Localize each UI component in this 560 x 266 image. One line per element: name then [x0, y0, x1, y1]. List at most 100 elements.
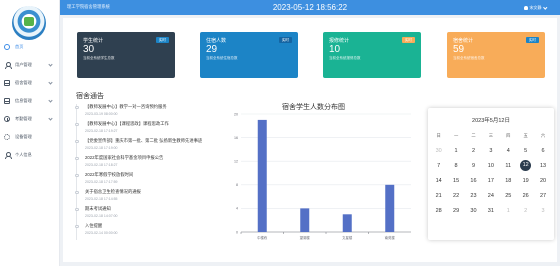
sidebar-menu: 首页用户管理 宿舍管理信息管理考勤管理 设备管理 个人信息: [0, 38, 60, 164]
calendar-day-number: 4: [506, 147, 510, 154]
sidebar-item[interactable]: 宿舍管理: [0, 74, 60, 92]
calendar-day[interactable]: 3: [482, 148, 499, 154]
calendar-day[interactable]: 8: [447, 163, 464, 169]
calendar-day[interactable]: 30: [465, 208, 482, 214]
calendar-day[interactable]: 31: [482, 208, 499, 214]
chevron-down-icon: [48, 115, 53, 121]
stat-card: 住宿人数 实时 29 当前全系统住宿总数: [200, 32, 298, 78]
calendar-day[interactable]: 29: [447, 208, 464, 214]
calendar-day-number: 2: [471, 147, 475, 154]
calendar-day[interactable]: 23: [465, 193, 482, 199]
stat-value: 59: [453, 44, 465, 55]
y-tick-label: 16: [234, 136, 238, 140]
calendar-day[interactable]: 3: [534, 208, 551, 214]
calendar-day[interactable]: 20: [534, 178, 551, 184]
sidebar-item[interactable]: 设备管理: [0, 128, 60, 146]
datetime-display: 2023-05-12 18:56:22: [272, 2, 348, 12]
calendar-day[interactable]: 6: [534, 148, 551, 154]
calendar-day[interactable]: 30: [430, 148, 447, 154]
calendar-day[interactable]: 27: [534, 193, 551, 199]
calendar-day-number: 7: [437, 162, 441, 169]
chevron-down-icon: [48, 79, 53, 85]
notice-title: 【教师发展中心】【课程思政】课程思政工作: [85, 121, 169, 126]
notice-item[interactable]: 【党委宣传部】重庆市第一批、第二批 弘扬新生教师先进事迹 2023-02-18 1…: [75, 138, 216, 155]
calendar-day-number: 23: [470, 192, 477, 199]
sidebar-item[interactable]: 首页: [0, 38, 60, 56]
sidebar-item[interactable]: 考勤管理: [0, 110, 60, 128]
calendar-day[interactable]: 25: [500, 193, 517, 199]
stat-value: 30: [83, 44, 95, 55]
calendar-day[interactable]: 24: [482, 193, 499, 199]
calendar-day[interactable]: 18: [500, 178, 517, 184]
user-icon: [523, 5, 528, 10]
calendar-weekday: 六: [540, 132, 546, 138]
calendar-day-number: 2: [524, 207, 528, 214]
calendar-day[interactable]: 28: [430, 208, 447, 214]
calendar-day[interactable]: 11: [500, 163, 517, 169]
sidebar-item[interactable]: 个人信息: [0, 146, 60, 164]
calendar-day-number: 15: [453, 177, 460, 184]
stat-badge: 实时: [401, 37, 415, 44]
notice-date: 2023-02-18 17:17:59: [85, 179, 118, 184]
calendar-day-number: 28: [435, 207, 442, 214]
calendar-day-number: 9: [471, 162, 475, 169]
calendar-day-number: 19: [522, 177, 529, 184]
calendar-week-row: 28 29 30 31 1 2 3: [430, 203, 552, 218]
user-menu[interactable]: 宋文静: [523, 5, 547, 11]
sidebar-item-label: 首页: [15, 44, 24, 49]
calendar-day-number: 16: [470, 177, 477, 184]
notice-item[interactable]: 入住提醒 2023-02-14 00:00:00: [75, 223, 216, 240]
calendar-weekday: 五: [523, 132, 528, 138]
calendar-day[interactable]: 10: [482, 163, 499, 169]
calendar-day[interactable]: 2: [465, 148, 482, 154]
calendar-day-number: 18: [505, 177, 512, 184]
calendar-grid: 日一二三四五六 30 1 2 3 4 5 6 7 8 9 10 11 12 13 14 15 16 17 18 19 20…: [430, 128, 552, 218]
calendar-day[interactable]: 22: [447, 193, 464, 199]
calendar-day[interactable]: 17: [482, 178, 499, 184]
calendar-day[interactable]: 19: [517, 178, 534, 184]
notice-item[interactable]: 2022年度国家社会科学基金项目申报公告 2023-02-18 17:18:27: [75, 155, 216, 172]
notice-item[interactable]: 【教师发展中心】【课程思政】课程思政工作 2023-02-18 17:19:27: [75, 121, 216, 138]
timeline-dot: [75, 173, 79, 177]
calendar-day[interactable]: 2: [517, 208, 534, 214]
calendar-day-selected[interactable]: 12: [517, 160, 534, 171]
calendar-day[interactable]: 4: [500, 148, 517, 154]
sidebar-item-label: 信息管理: [15, 98, 32, 103]
calendar-day-number: 3: [541, 207, 545, 214]
calendar-day[interactable]: 1: [500, 208, 517, 214]
notice-date: 2023-02-18 17:19:27: [85, 128, 118, 133]
calendar-day[interactable]: 26: [517, 193, 534, 199]
calendar-day[interactable]: 7: [430, 163, 447, 169]
calendar-day[interactable]: 9: [465, 163, 482, 169]
notice-item[interactable]: 2022年寒假学校放假时间 2023-02-18 17:17:59: [75, 172, 216, 189]
calendar-title: 2023年5月12日: [472, 118, 510, 124]
calendar-day-number: 30: [470, 207, 477, 214]
notice-title: 期末考试通知: [85, 206, 111, 211]
notice-item[interactable]: 【教师发展中心】教学一对一咨询预约服务 2023-03-19 08:00:00: [75, 104, 216, 121]
notice-item[interactable]: 期末考试通知 2023-02-18 14:07:00: [75, 206, 216, 223]
calendar-day[interactable]: 5: [517, 148, 534, 154]
y-tick-label: 20: [234, 112, 238, 116]
calendar-day[interactable]: 16: [465, 178, 482, 184]
box-icon: [4, 80, 10, 86]
timeline-dot: [75, 139, 79, 143]
sidebar-item[interactable]: 用户管理: [0, 56, 60, 74]
calendar-day-number: 8: [454, 162, 458, 169]
calendar-day[interactable]: 15: [447, 178, 464, 184]
notice-title: 关于宿舍卫生检查情况的通报: [85, 189, 141, 194]
calendar-day[interactable]: 21: [430, 193, 447, 199]
stat-subtitle: 当前全系统报修总数: [329, 56, 361, 60]
clock-icon: [4, 116, 10, 122]
notice-date: 2023-02-18 17:14:55: [85, 196, 118, 201]
calendar-day-number: 17: [487, 177, 494, 184]
notice-item[interactable]: 关于宿舍卫生检查情况的通报 2023-02-18 17:14:55: [75, 189, 216, 206]
sidebar-item[interactable]: 信息管理: [0, 92, 60, 110]
stat-card: 宿舍统计 实时 59 当前全系统宿舍总数: [447, 32, 545, 78]
x-tick-label: 南苑楼: [385, 235, 396, 240]
calendar-week-row: 7 8 9 10 11 12 13: [430, 158, 552, 173]
calendar-day-number: 1: [506, 207, 510, 214]
calendar-day[interactable]: 13: [534, 163, 551, 169]
calendar-day[interactable]: 1: [447, 148, 464, 154]
calendar-day[interactable]: 14: [430, 178, 447, 184]
calendar-day-number: 20: [539, 177, 547, 184]
